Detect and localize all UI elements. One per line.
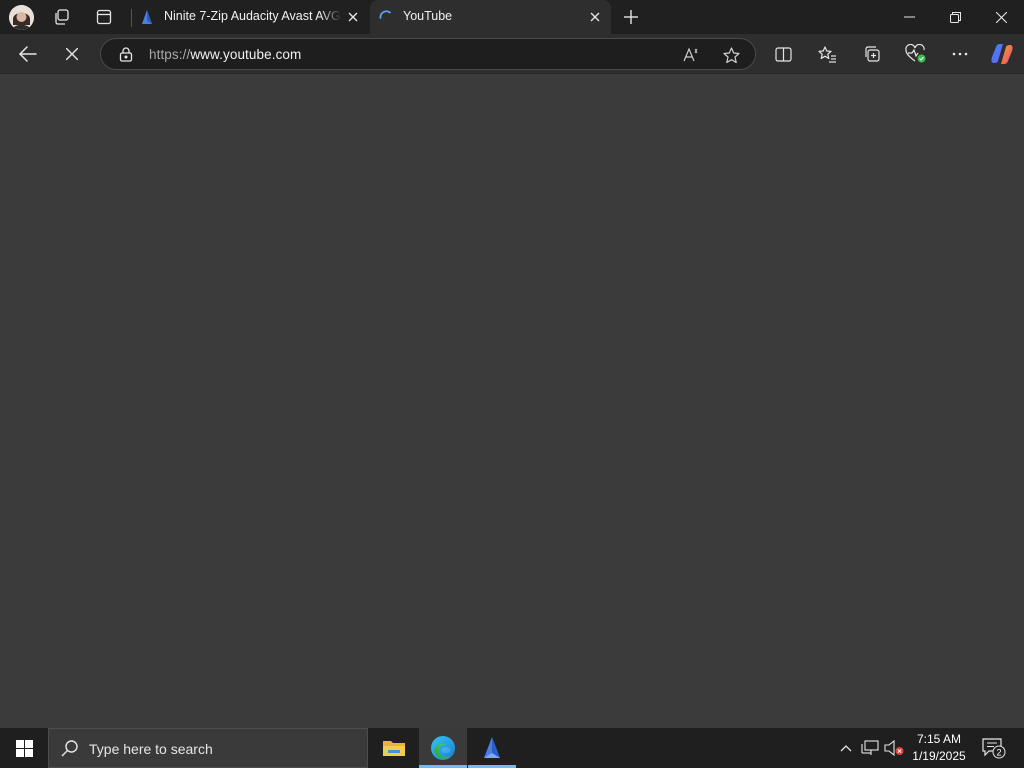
tab-ninite[interactable]: Ninite 7-Zip Audacity Avast AVG Bitdefen… [131, 0, 369, 34]
restore-button[interactable] [932, 0, 978, 34]
address-bar[interactable]: https://www.youtube.com [100, 38, 756, 70]
taskbar-search-box[interactable]: Type here to search [48, 728, 368, 768]
file-explorer-taskbar-button[interactable] [370, 728, 418, 768]
more-options-icon[interactable] [948, 42, 972, 66]
search-placeholder: Type here to search [89, 741, 213, 757]
minimize-button[interactable] [886, 0, 932, 34]
notification-count: 2 [996, 748, 1001, 758]
split-screen-icon[interactable] [771, 42, 795, 66]
ninite-taskbar-button[interactable] [468, 728, 516, 768]
favorites-icon[interactable] [815, 42, 839, 66]
clock-date: 1/19/2025 [912, 749, 966, 763]
volume-muted-icon[interactable] [884, 738, 904, 758]
network-icon[interactable] [860, 738, 880, 758]
back-button[interactable] [14, 40, 42, 68]
copilot-icon[interactable] [990, 42, 1014, 66]
clock-time: 7:15 AM [916, 732, 962, 746]
edge-icon [431, 736, 455, 760]
tab-title: YouTube [403, 9, 453, 23]
folder-icon [383, 741, 405, 756]
browser-toolbar: https://www.youtube.com [0, 34, 1024, 74]
browser-essentials-icon[interactable] [904, 42, 928, 66]
ninite-favicon [139, 9, 155, 25]
favorite-star-icon[interactable] [720, 44, 742, 66]
loading-spinner-icon [378, 9, 394, 25]
workspaces-icon[interactable] [51, 6, 73, 28]
show-hidden-icons-chevron-icon[interactable] [836, 738, 856, 758]
taskbar-clock[interactable]: 7:15 AM 1/19/2025 [906, 731, 972, 765]
start-button[interactable] [0, 728, 48, 768]
tab-strip: Ninite 7-Zip Audacity Avast AVG Bitdefen… [0, 0, 1024, 34]
url-text[interactable]: https://www.youtube.com [149, 47, 301, 62]
notification-icon: 2 [982, 738, 1006, 759]
vertical-tabs-icon[interactable] [93, 6, 115, 28]
close-tab-icon[interactable] [345, 9, 361, 25]
close-tab-icon[interactable] [587, 9, 603, 25]
lock-icon[interactable] [119, 47, 133, 62]
url-host: www.youtube.com [190, 47, 302, 62]
ninite-icon [484, 737, 500, 758]
notification-center-button[interactable]: 2 [980, 736, 1006, 760]
profile-avatar[interactable] [9, 5, 34, 30]
new-tab-button[interactable] [620, 6, 642, 28]
windows-logo-icon [15, 739, 33, 757]
url-protocol: https:// [149, 47, 191, 62]
edge-taskbar-button[interactable] [419, 728, 467, 768]
taskbar: Type here to search 7:15 AM 1/19/2025 2 [0, 728, 1024, 768]
close-window-button[interactable] [978, 0, 1024, 34]
tab-title: Ninite 7-Zip Audacity Avast AVG Bitdefen… [164, 9, 342, 23]
read-aloud-icon[interactable] [681, 44, 703, 66]
collections-icon[interactable] [860, 42, 884, 66]
search-icon [61, 739, 79, 757]
stop-loading-button[interactable] [58, 40, 86, 68]
page-content [0, 74, 1024, 728]
tab-youtube[interactable]: YouTube [370, 0, 611, 34]
